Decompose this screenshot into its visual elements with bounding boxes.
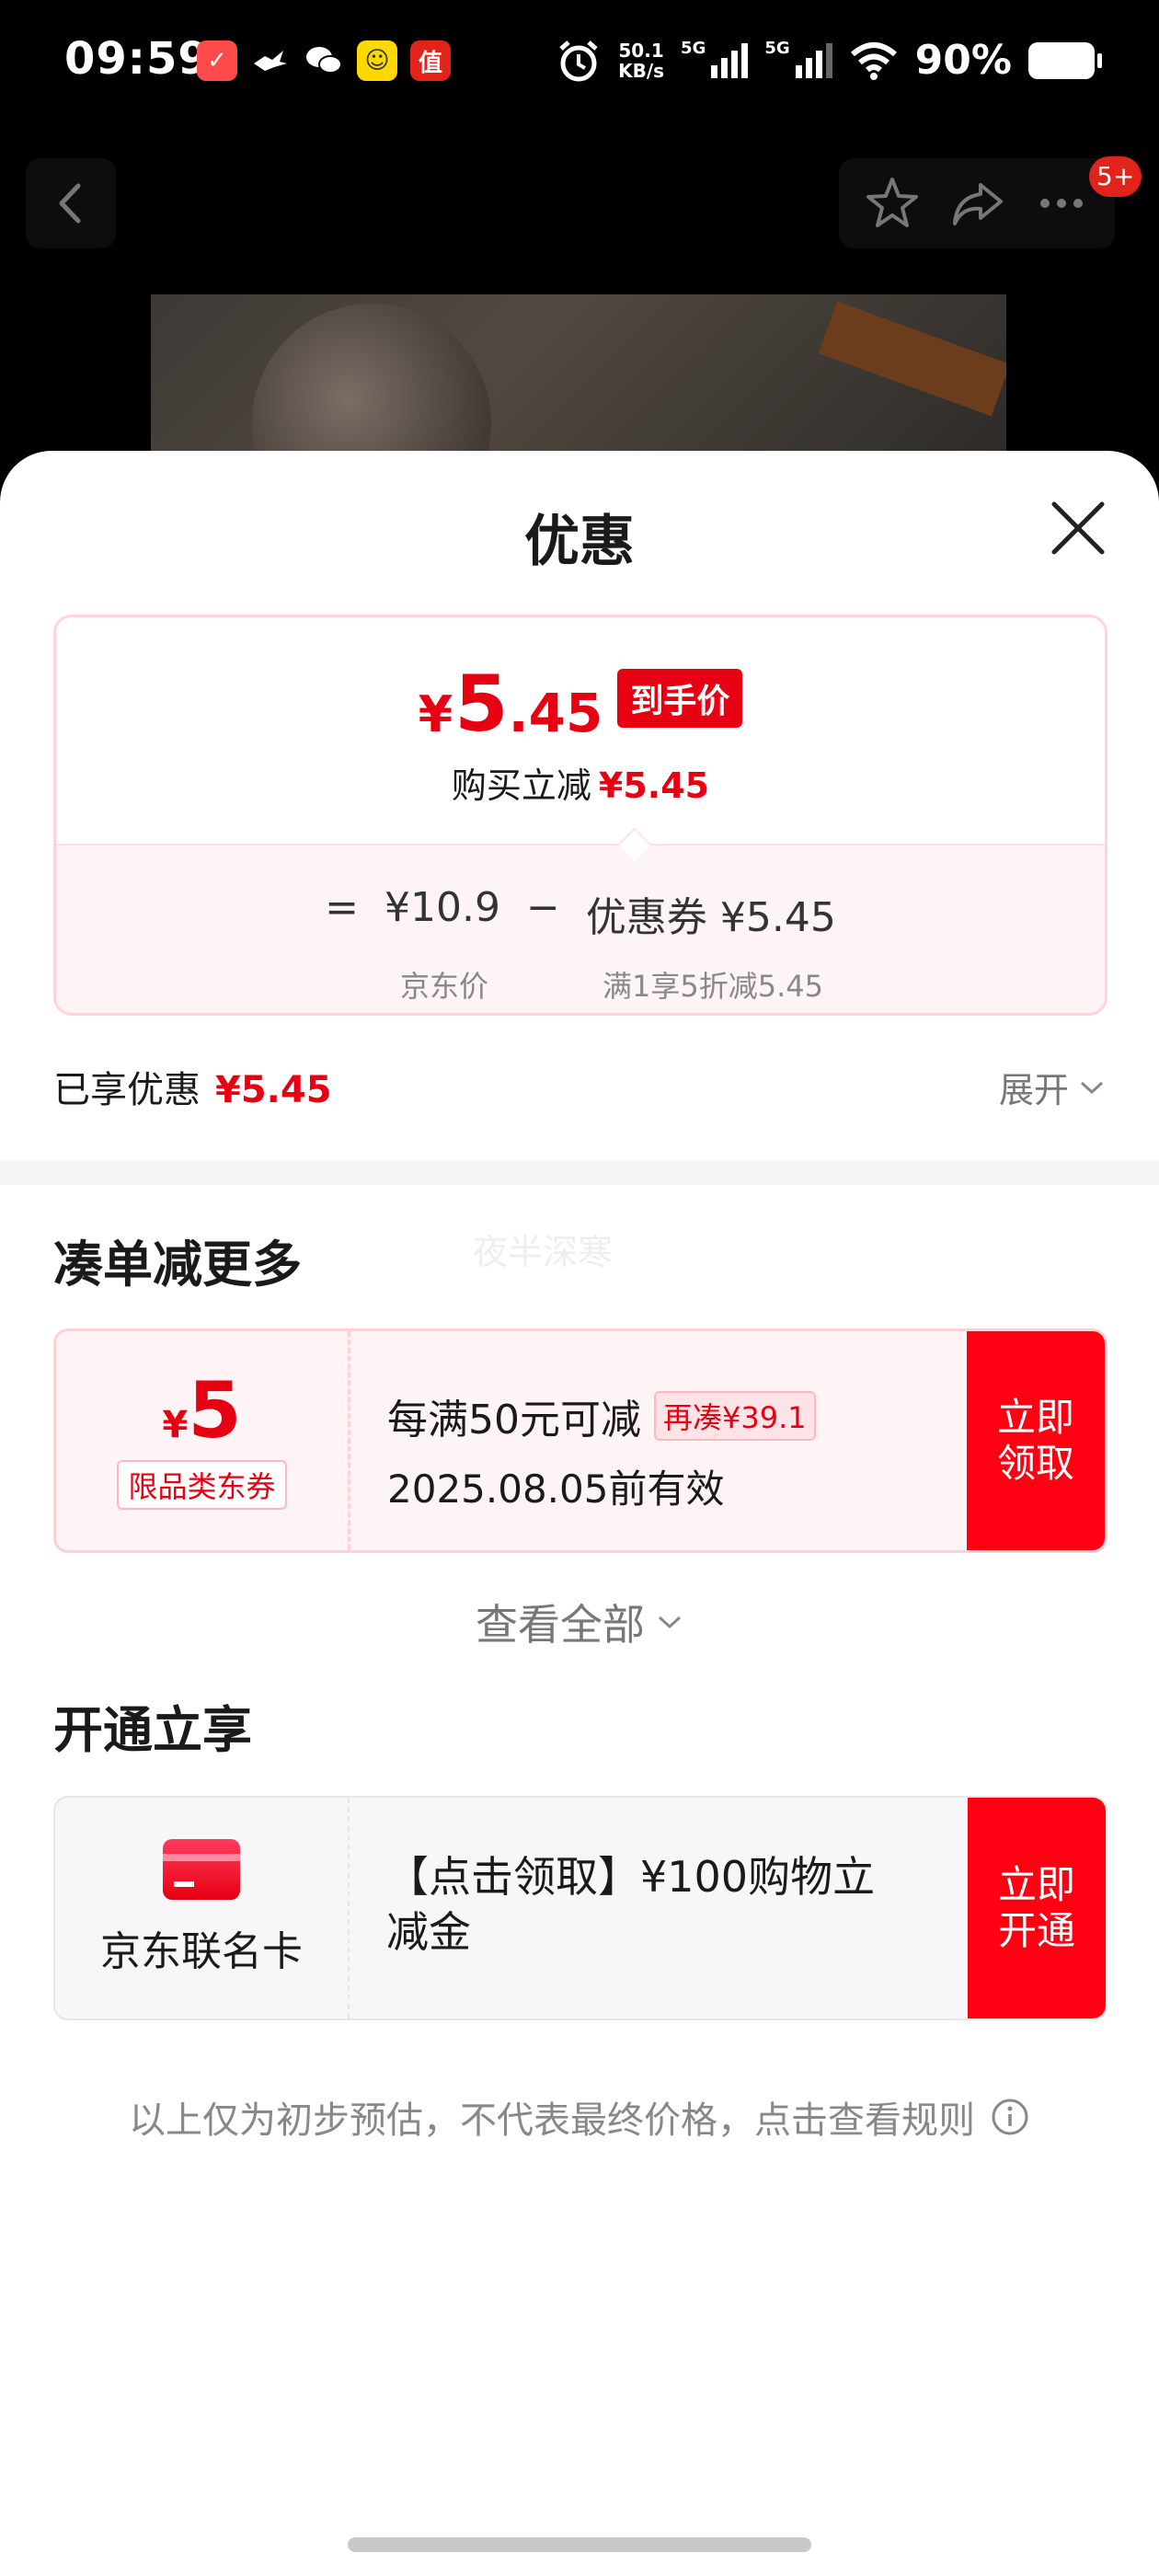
wechat-icon	[304, 40, 344, 81]
coupon-scope: 限品类东券	[117, 1460, 287, 1510]
enjoyed-discount: 已享优惠 ¥5.45	[53, 1069, 332, 1111]
price-formula: = ¥10.9 − 优惠券 ¥5.45	[325, 884, 836, 941]
app-zhi-icon: 值	[410, 40, 451, 81]
coupon-chip: 再凑¥39.1	[654, 1391, 816, 1441]
wifi-icon	[850, 41, 897, 80]
bird-app-icon	[250, 40, 291, 81]
coupon-valid: 2025.08.05前有效	[387, 1466, 725, 1512]
star-icon[interactable]	[863, 174, 922, 233]
app-yellow-icon: ☺	[357, 40, 397, 81]
status-time: 09:59	[64, 33, 210, 85]
app-delivery-icon: ✓	[197, 40, 237, 81]
final-price-tag: 到手价	[617, 669, 743, 728]
network-speed-unit: KB/s	[618, 59, 665, 82]
alarm-icon	[559, 40, 598, 81]
expand-button[interactable]: 展开	[999, 1062, 1106, 1112]
network-speed: 50.1 KB/s	[618, 40, 664, 81]
battery-icon	[1028, 41, 1102, 79]
section-title-open: 开通立享	[53, 1701, 252, 1759]
section-divider	[0, 1161, 1159, 1185]
discount-sheet: 优惠 ¥ 5 .45 到手价 购买立减 ¥5.45 = ¥10.9 − 优惠券 ¥…	[0, 451, 1159, 2576]
notification-badge: 5+	[1089, 156, 1142, 197]
status-app-icons: ✓ ☺ 值	[197, 40, 451, 81]
final-price-card: ¥ 5 .45 到手价 购买立减 ¥5.45 = ¥10.9 − 优惠券 ¥5.4…	[53, 615, 1107, 1016]
base-price-label: 京东价	[400, 969, 489, 1004]
base-price: ¥10.9	[384, 884, 500, 931]
status-bar: 09:59 ✓ ☺ 值 50.1 KB/s 5G 5G 90%	[0, 0, 1159, 129]
watermark: 夜半深寒	[473, 1232, 614, 1272]
coupon-card: ¥ 5 限品类东券 每满50元可减 再凑¥39.1 2025.08.05前有效 …	[53, 1328, 1107, 1553]
signal-5g-2-icon: 5G	[764, 39, 832, 78]
product-image	[151, 294, 1006, 460]
home-indicator	[348, 2537, 811, 2552]
close-icon[interactable]	[1049, 499, 1107, 558]
instant-discount-line: 购买立减 ¥5.45	[451, 765, 710, 806]
sheet-title: 优惠	[524, 510, 635, 574]
coupon-discount: 优惠券 ¥5.45	[585, 894, 836, 941]
chevron-down-icon	[1080, 1081, 1104, 1094]
chevron-left-icon	[59, 183, 81, 224]
card-offer: 京东联名卡 【点击领取】¥100购物立减金 立即 开通	[53, 1796, 1107, 2020]
section-title-more: 凑单减更多	[53, 1236, 302, 1294]
card-benefit: 【点击领取】¥100购物立减金	[386, 1852, 876, 1957]
view-all-button[interactable]: 查看全部	[476, 1592, 683, 1652]
info-icon	[992, 2099, 1028, 2135]
claim-coupon-button[interactable]: 立即 领取	[967, 1331, 1105, 1550]
signal-5g-1-icon: 5G	[681, 39, 749, 78]
open-card-button[interactable]: 立即 开通	[968, 1798, 1106, 2018]
sim1-label: 5G	[681, 38, 706, 58]
nav-action-group	[839, 158, 1115, 248]
status-right: 50.1 KB/s 5G 5G 90%	[556, 37, 1102, 84]
card-name: 京东联名卡	[100, 1928, 303, 1975]
share-icon[interactable]	[947, 174, 1006, 233]
sim2-label: 5G	[764, 38, 790, 58]
coupon-amount: ¥ 5	[162, 1365, 242, 1455]
chevron-down-icon	[658, 1616, 682, 1629]
more-icon[interactable]	[1032, 174, 1091, 233]
coupon-rule-label: 满1享5折减5.45	[602, 969, 823, 1004]
coupon-rule: 每满50元可减	[387, 1397, 641, 1443]
battery-percent: 90%	[914, 37, 1012, 84]
network-speed-value: 50.1	[618, 39, 664, 62]
disclaimer-link[interactable]: 以上仅为初步预估，不代表最终价格，点击查看规则	[129, 2090, 1030, 2144]
credit-card-icon	[163, 1839, 240, 1900]
back-button[interactable]	[26, 158, 116, 248]
final-price: ¥ 5 .45	[418, 659, 603, 749]
